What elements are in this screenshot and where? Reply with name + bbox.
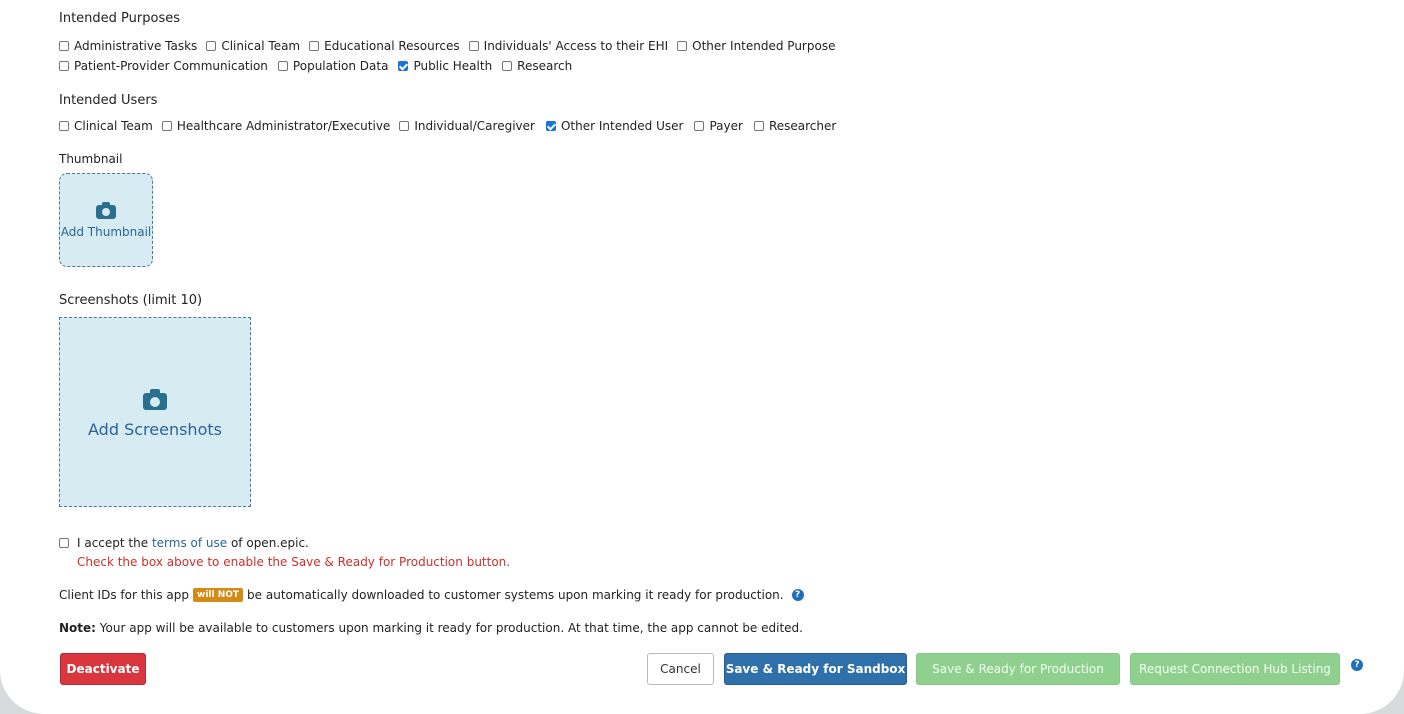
checkbox-label: Other Intended Purpose (692, 39, 836, 53)
checkbox-unchecked[interactable] (677, 41, 688, 51)
camera-icon (143, 389, 167, 410)
checkbox-unchecked[interactable] (399, 121, 410, 131)
checkbox-unchecked[interactable] (206, 41, 217, 51)
checkbox-option[interactable]: Administrative Tasks (59, 39, 197, 53)
add-screenshots-label: Add Screenshots (88, 420, 222, 439)
checkbox-label: Population Data (292, 59, 389, 73)
intended-users-title: Intended Users (59, 93, 158, 108)
client-ids-suffix: be automatically downloaded to customer … (247, 588, 784, 602)
checkbox-label: Patient-Provider Communication (74, 59, 268, 73)
checkbox-label: Healthcare Administrator/Executive (176, 119, 391, 133)
request-connection-hub-listing-button[interactable]: Request Connection Hub Listing (1130, 653, 1340, 685)
terms-row: I accept the terms of use of open.epic. (59, 536, 309, 550)
client-ids-info: Client IDs for this app will NOT be auto… (59, 588, 804, 602)
checkbox-unchecked[interactable] (502, 61, 513, 71)
question-circle-icon[interactable]: ? (791, 589, 804, 601)
intended-purposes-title: Intended Purposes (59, 11, 180, 26)
thumbnail-title: Thumbnail (59, 152, 123, 166)
checkbox-option[interactable]: Population Data (277, 59, 389, 73)
purposes-row-2: Patient-Provider Communication Population… (59, 59, 572, 73)
accept-terms-checkbox[interactable] (59, 538, 69, 548)
terms-of-use-link[interactable]: terms of use (152, 536, 227, 550)
checkbox-checked[interactable] (545, 121, 556, 131)
checkbox-option[interactable]: Educational Resources (309, 39, 460, 53)
client-ids-prefix: Client IDs for this app (59, 588, 190, 602)
checkbox-unchecked[interactable] (277, 61, 288, 71)
add-thumbnail-dropzone[interactable]: Add Thumbnail (59, 173, 153, 267)
add-thumbnail-label: Add Thumbnail (60, 225, 152, 239)
checkbox-unchecked[interactable] (59, 41, 69, 51)
save-ready-production-button[interactable]: Save & Ready for Production (916, 653, 1120, 685)
checkbox-label: Individual/Caregiver (414, 119, 535, 133)
production-note: Note: Your app will be available to cust… (59, 621, 803, 635)
checkbox-option[interactable]: Individual/Caregiver (399, 119, 535, 133)
checkbox-unchecked[interactable] (309, 41, 320, 51)
checkbox-label: Clinical Team (221, 39, 301, 53)
checkbox-unchecked[interactable] (59, 121, 69, 131)
checkbox-label: Payer (709, 119, 743, 133)
checkbox-label: Administrative Tasks (74, 39, 198, 53)
checkbox-option[interactable]: Patient-Provider Communication (59, 59, 268, 73)
users-row: Clinical Team Healthcare Administrator/Ex… (59, 119, 836, 133)
checkbox-checked[interactable] (398, 61, 409, 71)
checkbox-option[interactable]: Public Health (398, 59, 492, 73)
terms-suffix: of open.epic. (230, 536, 309, 550)
checkbox-option[interactable]: Clinical Team (206, 39, 300, 53)
checkbox-option[interactable]: Individuals' Access to their EHI (468, 39, 669, 53)
note-text: Your app will be available to customers … (99, 621, 803, 635)
checkbox-option[interactable]: Clinical Team (59, 119, 153, 133)
checkbox-label: Individuals' Access to their EHI (483, 39, 669, 53)
note-label: Note: (59, 621, 96, 635)
app-form-panel: Intended Purposes Administrative Tasks Cl… (0, 0, 1404, 714)
save-ready-sandbox-button[interactable]: Save & Ready for Sandbox (724, 653, 907, 685)
checkbox-option[interactable]: Researcher (753, 119, 837, 133)
checkbox-label: Public Health (413, 59, 493, 73)
checkbox-option[interactable]: Other Intended User (545, 119, 684, 133)
purposes-row-1: Administrative Tasks Clinical Team Educati… (59, 39, 835, 53)
add-screenshots-dropzone[interactable]: Add Screenshots (59, 317, 251, 507)
terms-prefix: I accept the (77, 536, 149, 550)
deactivate-button[interactable]: Deactivate (60, 653, 146, 685)
cancel-button[interactable]: Cancel (647, 653, 714, 685)
checkbox-option[interactable]: Other Intended Purpose (677, 39, 835, 53)
terms-warning: Check the box above to enable the Save &… (77, 555, 511, 569)
checkbox-option[interactable]: Payer (694, 119, 743, 133)
checkbox-label: Clinical Team (74, 119, 153, 133)
question-circle-icon[interactable]: ? (1351, 659, 1363, 671)
checkbox-unchecked[interactable] (694, 121, 705, 131)
checkbox-unchecked[interactable] (161, 121, 172, 131)
checkbox-option[interactable]: Research (502, 59, 572, 73)
checkbox-label: Research (517, 59, 573, 73)
checkbox-label: Educational Resources (324, 39, 460, 53)
checkbox-label: Researcher (768, 119, 837, 133)
checkbox-option[interactable]: Healthcare Administrator/Executive (161, 119, 391, 133)
will-not-badge: will NOT (193, 588, 244, 602)
checkbox-unchecked[interactable] (468, 41, 479, 51)
checkbox-unchecked[interactable] (753, 121, 764, 131)
camera-icon (96, 202, 116, 219)
screenshots-title: Screenshots (limit 10) (59, 293, 203, 308)
checkbox-unchecked[interactable] (59, 61, 69, 71)
checkbox-label: Other Intended User (560, 119, 684, 133)
